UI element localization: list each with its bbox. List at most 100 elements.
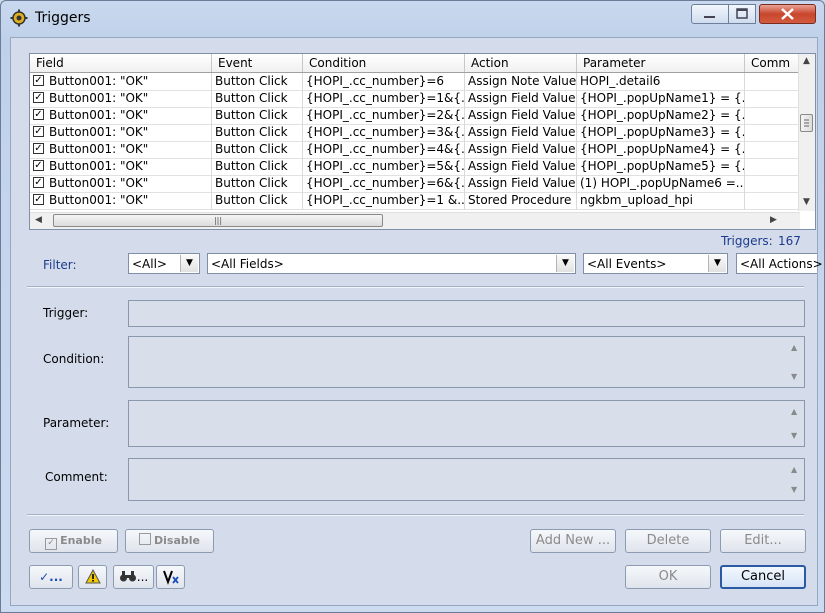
row-enabled-checkbox[interactable]: ✓ xyxy=(33,92,44,103)
check-icon: ✓... xyxy=(39,570,63,584)
enable-button[interactable]: ✓ Enable xyxy=(29,529,118,553)
row-enabled-checkbox[interactable]: ✓ xyxy=(33,194,44,205)
row-enabled-checkbox[interactable]: ✓ xyxy=(33,126,44,137)
filter-fields-value: <All Fields> xyxy=(211,257,284,271)
trigger-field xyxy=(128,300,805,327)
trigger-label: Trigger: xyxy=(43,306,89,320)
warnings-button[interactable] xyxy=(78,565,107,589)
cancel-button[interactable]: Cancel xyxy=(720,565,806,589)
cell-condition: {HOPI_.cc_number}=2&{... xyxy=(303,107,465,124)
binoculars-icon xyxy=(119,571,136,582)
cell-action: Stored Procedure xyxy=(465,192,577,209)
cell-comment xyxy=(745,141,800,158)
filter-type-value: <All> xyxy=(132,257,167,271)
column-header-field[interactable]: Field xyxy=(30,54,212,72)
scroll-right-icon[interactable]: ▶ xyxy=(770,215,777,225)
find-button[interactable]: ... xyxy=(113,565,154,589)
cell-field: ✓ Button001: "OK" xyxy=(30,124,212,141)
triggers-grid[interactable]: Field Event Condition Action Parameter C… xyxy=(29,53,816,230)
table-row[interactable]: ✓ Button001: "OK" Button Click {HOPI_.cc_nu… xyxy=(30,158,800,176)
filter-actions-select[interactable]: <All Actions> xyxy=(736,253,823,274)
table-row[interactable]: ✓ Button001: "OK" Button Click {HOPI_.cc_nu… xyxy=(30,90,800,108)
condition-label: Condition: xyxy=(43,352,105,366)
cell-field: ✓ Button001: "OK" xyxy=(30,73,212,90)
cell-condition: {HOPI_.cc_number}=4&{... xyxy=(303,141,465,158)
parameter-field: ▲ ▼ xyxy=(128,400,805,447)
maximize-button[interactable] xyxy=(728,4,756,24)
column-header-parameter[interactable]: Parameter xyxy=(577,54,745,72)
disable-button[interactable]: Disable xyxy=(125,529,214,553)
cell-field-text: Button001: "OK" xyxy=(49,159,149,173)
table-row[interactable]: ✓ Button001: "OK" Button Click {HOPI_.cc_nu… xyxy=(30,73,800,91)
cell-field-text: Button001: "OK" xyxy=(49,176,149,190)
column-header-condition[interactable]: Condition xyxy=(303,54,465,72)
row-enabled-checkbox[interactable]: ✓ xyxy=(33,160,44,171)
cell-comment xyxy=(745,158,800,175)
enable-button-label: Enable xyxy=(60,534,102,547)
scroll-left-icon[interactable]: ◀ xyxy=(35,215,42,225)
close-button[interactable] xyxy=(759,4,816,24)
condition-scrollbar: ▲ ▼ xyxy=(791,343,798,381)
window-title: Triggers xyxy=(35,10,91,26)
comment-field: ▲ ▼ xyxy=(128,458,805,501)
cell-comment xyxy=(745,73,800,90)
filter-fields-select[interactable]: <All Fields> ▼ xyxy=(207,253,576,274)
cell-field: ✓ Button001: "OK" xyxy=(30,192,212,209)
table-row[interactable]: ✓ Button001: "OK" Button Click {HOPI_.cc_nu… xyxy=(30,141,800,159)
cell-field: ✓ Button001: "OK" xyxy=(30,141,212,158)
cell-comment xyxy=(745,124,800,141)
chevron-down-icon[interactable]: ▼ xyxy=(708,255,726,272)
delete-button[interactable]: Delete xyxy=(625,529,711,553)
cell-condition: {HOPI_.cc_number}=6 xyxy=(303,73,465,90)
row-enabled-checkbox[interactable]: ✓ xyxy=(33,75,44,86)
filter-events-select[interactable]: <All Events> ▼ xyxy=(583,253,728,274)
chevron-down-icon[interactable]: ▼ xyxy=(556,255,574,272)
vertical-scroll-thumb[interactable] xyxy=(800,114,813,132)
cell-comment xyxy=(745,107,800,124)
cell-field-text: Button001: "OK" xyxy=(49,193,149,207)
cell-condition: {HOPI_.cc_number}=5&{... xyxy=(303,158,465,175)
filter-actions-value: <All Actions> xyxy=(740,257,823,271)
cell-parameter: {HOPI_.popUpName4} = {... xyxy=(577,141,745,158)
cell-event: Button Click xyxy=(212,141,303,158)
cell-condition: {HOPI_.cc_number}=1 &... xyxy=(303,192,465,209)
cell-condition: {HOPI_.cc_number}=1&{... xyxy=(303,90,465,107)
table-row[interactable]: ✓ Button001: "OK" Button Click {HOPI_.cc_nu… xyxy=(30,175,800,193)
row-enabled-checkbox[interactable]: ✓ xyxy=(33,143,44,154)
checkbox-icon: ✓ xyxy=(45,538,58,550)
table-row[interactable]: ✓ Button001: "OK" Button Click {HOPI_.cc_nu… xyxy=(30,192,800,210)
column-header-event[interactable]: Event xyxy=(212,54,303,72)
cell-field-text: Button001: "OK" xyxy=(49,74,149,88)
scroll-down-icon[interactable]: ▼ xyxy=(803,197,810,207)
row-enabled-checkbox[interactable]: ✓ xyxy=(33,109,44,120)
cell-action: Assign Note Value xyxy=(465,73,577,90)
maximize-icon xyxy=(736,8,748,19)
cell-parameter: {HOPI_.popUpName5} = {... xyxy=(577,158,745,175)
cell-event: Button Click xyxy=(212,73,303,90)
variables-button[interactable] xyxy=(156,565,185,589)
table-row[interactable]: ✓ Button001: "OK" Button Click {HOPI_.cc_nu… xyxy=(30,107,800,125)
horizontal-scroll-thumb[interactable]: ||| xyxy=(53,214,383,227)
scroll-up-icon[interactable]: ▲ xyxy=(803,56,810,66)
cell-event: Button Click xyxy=(212,158,303,175)
column-header-action[interactable]: Action xyxy=(465,54,577,72)
cell-field-text: Button001: "OK" xyxy=(49,142,149,156)
chevron-down-icon[interactable]: ▼ xyxy=(180,255,198,272)
edit-button[interactable]: Edit... xyxy=(720,529,806,553)
cell-field-text: Button001: "OK" xyxy=(49,108,149,122)
validate-button[interactable]: ✓... xyxy=(29,565,73,589)
ok-button[interactable]: OK xyxy=(625,565,711,589)
triggers-window: Triggers Field Event Condition Action Pa… xyxy=(0,0,825,613)
add-new-button[interactable]: Add New ... xyxy=(530,529,616,553)
filter-label: Filter: xyxy=(43,258,77,272)
grid-vertical-scrollbar[interactable]: ▲ ▼ xyxy=(798,54,815,211)
table-row[interactable]: ✓ Button001: "OK" Button Click {HOPI_.cc_nu… xyxy=(30,124,800,142)
filter-type-select[interactable]: <All> ▼ xyxy=(128,253,200,274)
grid-horizontal-scrollbar[interactable]: ◀ ||| ▶ xyxy=(30,212,800,229)
comment-scrollbar: ▲ ▼ xyxy=(791,465,798,494)
divider xyxy=(27,514,804,516)
parameter-label: Parameter: xyxy=(43,416,110,430)
minimize-button[interactable] xyxy=(691,4,729,24)
row-enabled-checkbox[interactable]: ✓ xyxy=(33,177,44,188)
column-header-comment[interactable]: Comm xyxy=(745,54,800,72)
